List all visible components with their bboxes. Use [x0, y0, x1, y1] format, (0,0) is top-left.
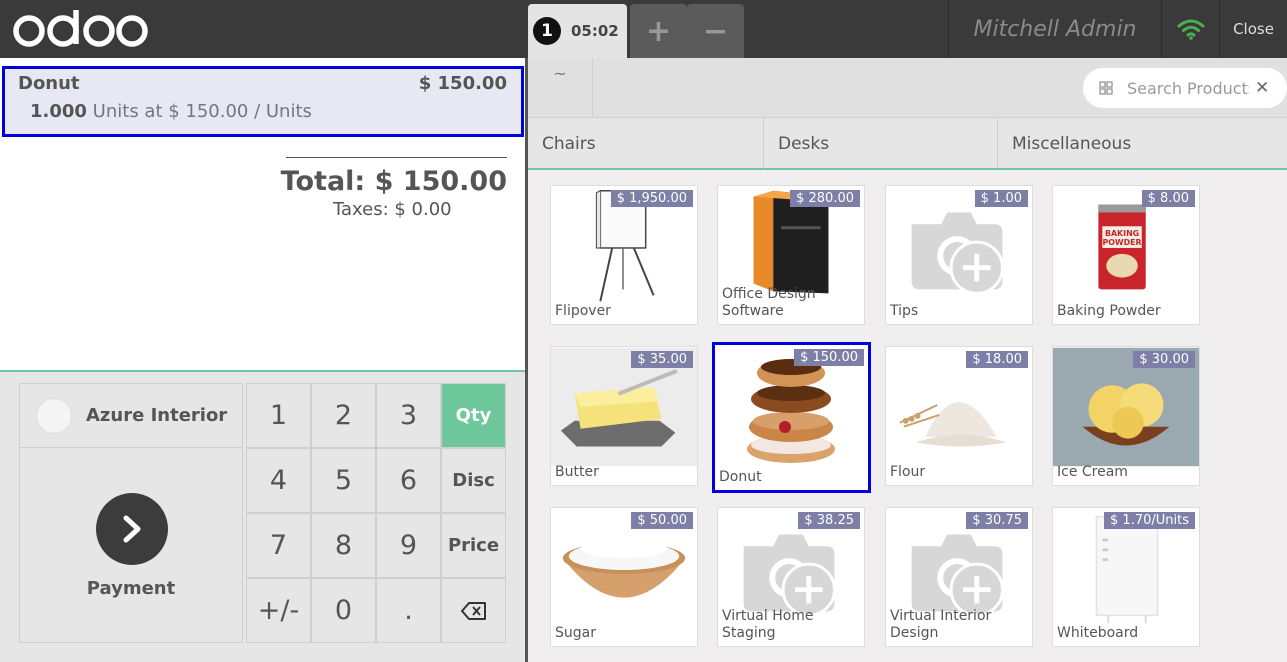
barcode-search-icon: [1099, 81, 1113, 95]
product-price: $ 1,950.00: [610, 190, 693, 207]
product-price: $ 30.00: [1133, 351, 1195, 368]
control-pad: Azure Interior Payment 1 2 3 Qty 4 5 6 D…: [0, 370, 525, 662]
orderline-price: $ 150.00: [418, 73, 507, 94]
orderline-selected[interactable]: Donut $ 150.00 1.000 Units at $ 150.00 /…: [2, 66, 524, 137]
odoo-logo: [13, 10, 148, 47]
numpad-key-2[interactable]: 2: [311, 383, 376, 448]
order-total: Total: $ 150.00: [280, 166, 507, 197]
order-time: 05:02: [571, 22, 619, 40]
product-flour[interactable]: $ 18.00 Flour: [885, 346, 1033, 486]
product-name: Office Design Software: [722, 286, 816, 319]
customer-name: Azure Interior: [86, 405, 228, 426]
product-name: Butter: [555, 464, 599, 480]
product-office-design-software[interactable]: $ 280.00 Office Design Software: [717, 185, 865, 325]
search-box[interactable]: ✕: [1083, 68, 1287, 108]
product-price: $ 18.00: [966, 351, 1028, 368]
product-donut[interactable]: $ 150.00 Donut: [712, 342, 871, 493]
product-name: Sugar: [555, 625, 596, 641]
product-tips[interactable]: $ 1.00 Tips: [885, 185, 1033, 325]
header-separator: [948, 0, 949, 58]
numpad: 1 2 3 Qty 4 5 6 Disc 7 8 9 Price +/- 0 .: [246, 383, 506, 643]
orderline-product-name: Donut: [18, 73, 80, 94]
product-name: Virtual Home Staging: [722, 608, 814, 641]
add-order-button[interactable]: +: [630, 4, 687, 58]
backspace-icon: [460, 601, 486, 620]
numpad-key-0[interactable]: 0: [311, 578, 376, 643]
numpad-key-dot[interactable]: .: [376, 578, 441, 643]
orderline-quantity: 1.000: [30, 101, 87, 122]
mode-qty-button[interactable]: Qty: [441, 383, 506, 448]
order-tab[interactable]: 1 05:02: [528, 4, 627, 58]
product-name: Tips: [890, 303, 919, 319]
numpad-key-8[interactable]: 8: [311, 513, 376, 578]
customer-avatar: [36, 397, 72, 434]
product-name: Whiteboard: [1057, 625, 1139, 641]
product-baking-powder[interactable]: BAKING POWDER $ 8.00 Baking Powder: [1052, 185, 1200, 325]
product-price: $ 30.75: [966, 512, 1028, 529]
numpad-key-4[interactable]: 4: [246, 448, 311, 513]
product-virtual-interior-design[interactable]: $ 30.75 Virtual Interior Design: [885, 507, 1033, 647]
breadcrumb: ~ ✕: [528, 58, 1287, 117]
product-price: $ 8.00: [1141, 190, 1195, 207]
remove-order-button[interactable]: −: [687, 4, 744, 58]
numpad-key-3[interactable]: 3: [376, 383, 441, 448]
product-name: Donut: [719, 469, 762, 485]
total-divider: [286, 157, 507, 158]
payment-button[interactable]: Payment: [19, 447, 243, 643]
product-flipover[interactable]: $ 1,950.00 Flipover: [550, 185, 698, 325]
category-desks[interactable]: Desks: [764, 118, 998, 169]
product-price: $ 1.00: [974, 190, 1028, 207]
product-price: $ 38.25: [798, 512, 860, 529]
clear-search-icon[interactable]: ✕: [1255, 78, 1269, 98]
product-list: $ 1,950.00 Flipover $ 280.00 Office Desi…: [528, 170, 1287, 662]
payment-label: Payment: [86, 578, 176, 599]
order-taxes: Taxes: $ 0.00: [333, 199, 452, 220]
svg-text:POWDER: POWDER: [1102, 238, 1141, 247]
product-price: $ 50.00: [631, 512, 693, 529]
product-price: $ 280.00: [790, 190, 860, 207]
cashier-name[interactable]: Mitchell Admin: [950, 0, 1160, 58]
numpad-key-9[interactable]: 9: [376, 513, 441, 578]
numpad-key-6[interactable]: 6: [376, 448, 441, 513]
category-bar: Chairs Desks Miscellaneous: [528, 117, 1287, 170]
product-price: $ 35.00: [631, 351, 693, 368]
orderline-unit-details: Units at $ 150.00 / Units: [92, 101, 312, 122]
product-name: Flour: [890, 464, 926, 480]
product-whiteboard[interactable]: $ 1.70/Units Whiteboard: [1052, 507, 1200, 647]
orderline-info: 1.000 Units at $ 150.00 / Units: [30, 101, 312, 122]
product-ice-cream[interactable]: $ 30.00 Ice Cream: [1052, 346, 1200, 486]
category-miscellaneous[interactable]: Miscellaneous: [998, 118, 1287, 169]
customer-button[interactable]: Azure Interior: [19, 383, 243, 448]
wifi-icon[interactable]: [1162, 0, 1220, 58]
mode-price-button[interactable]: Price: [441, 513, 506, 578]
product-butter[interactable]: $ 35.00 Butter: [550, 346, 698, 486]
numpad-key-7[interactable]: 7: [246, 513, 311, 578]
order-panel: Donut $ 150.00 1.000 Units at $ 150.00 /…: [0, 58, 525, 662]
numpad-key-5[interactable]: 5: [311, 448, 376, 513]
product-name: Virtual Interior Design: [890, 608, 992, 641]
product-name: Ice Cream: [1057, 464, 1128, 480]
product-virtual-home-staging[interactable]: $ 38.25 Virtual Home Staging: [717, 507, 865, 647]
products-panel: ~ ✕ Chairs Desks Miscellaneous: [528, 58, 1287, 662]
product-name: Baking Powder: [1057, 303, 1161, 319]
search-input[interactable]: [1127, 78, 1249, 98]
mode-disc-button[interactable]: Disc: [441, 448, 506, 513]
backspace-button[interactable]: [441, 578, 506, 643]
product-sugar[interactable]: $ 50.00 Sugar: [550, 507, 698, 647]
breadcrumb-home[interactable]: ~: [528, 58, 593, 117]
close-button[interactable]: Close: [1220, 0, 1287, 58]
chevron-right-icon: [96, 493, 168, 565]
product-name: Flipover: [555, 303, 611, 319]
svg-text:BAKING: BAKING: [1105, 229, 1139, 238]
product-price: $ 1.70/Units: [1104, 512, 1195, 529]
numpad-key-plus-minus[interactable]: +/-: [246, 578, 311, 643]
product-price: $ 150.00: [794, 349, 864, 366]
pos-header: 1 05:02 + − Mitchell Admin Close: [0, 0, 1287, 58]
numpad-key-1[interactable]: 1: [246, 383, 311, 448]
category-chairs[interactable]: Chairs: [528, 118, 764, 169]
order-number: 1: [533, 17, 561, 45]
